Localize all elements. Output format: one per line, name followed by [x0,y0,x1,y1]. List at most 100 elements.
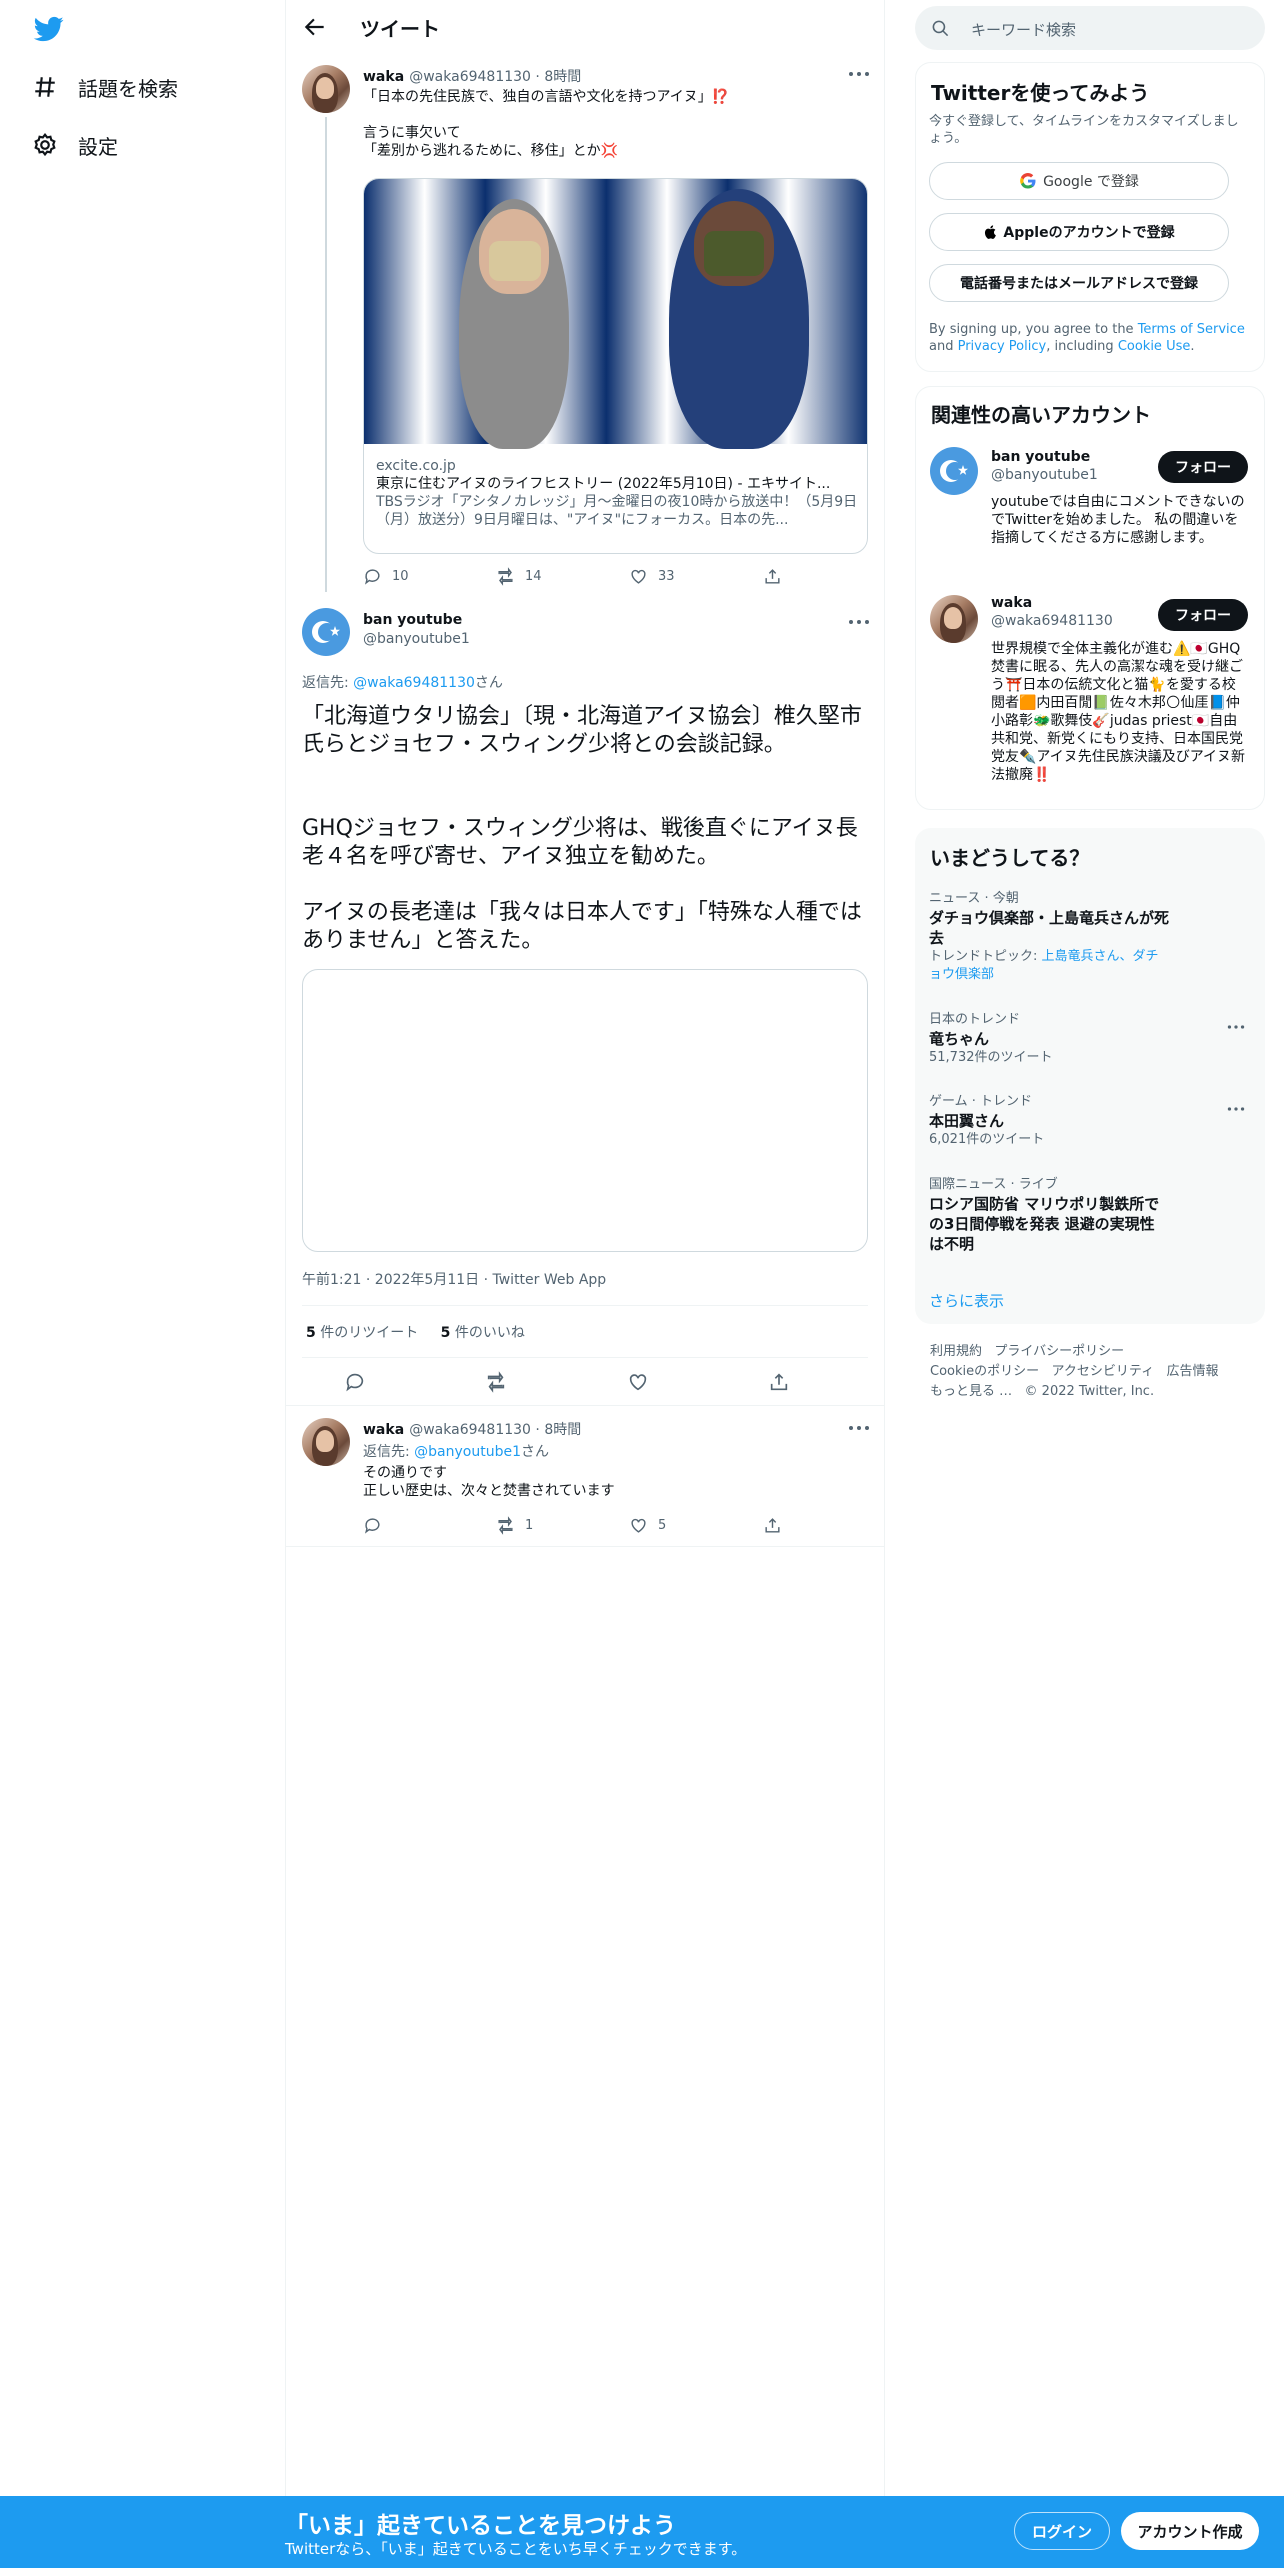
account-name[interactable]: ban youtube [991,449,1098,465]
related-title: 関連性の高いアカウント [931,403,1151,427]
signup-title: Twitterを使ってみよう [931,81,1150,105]
tweet-author-handle[interactable]: @banyoutube1 [363,631,470,647]
like-button[interactable] [627,1371,659,1393]
follow-button[interactable]: フォロー [1158,599,1248,631]
trend-item[interactable]: 国際ニュース · ライブ ロシア国防省 マリウポリ製鉄所での3日間停戦を発表 退… [929,1176,1229,1254]
link-card[interactable]: excite.co.jp 東京に住むアイヌのライフヒストリー (2022年5月1… [363,178,868,554]
avatar[interactable] [302,1418,350,1466]
trend-item[interactable]: ニュース · 今朝 ダチョウ倶楽部・上島竜兵さんが死去 トレンドトピック: 上島… [929,890,1229,984]
tweet-author-name[interactable]: waka [363,1422,404,1438]
tweet-text-paragraph: アイヌの長老達は「我々は日本人です」「特殊な人種ではありません」と答えた。 [302,900,862,953]
tweet-stats: 5 件のリツイート 5 件のいいね [306,1322,525,1342]
retweet-button[interactable] [485,1371,517,1393]
signup-panel: Twitterを使ってみよう 今すぐ登録して、タイムラインをカスタマイズしましょ… [915,62,1265,372]
footer-accessibility[interactable]: アクセシビリティ [1052,1364,1155,1379]
footer-cookie[interactable]: Cookieのポリシー [930,1364,1039,1379]
nav-explore[interactable]: 話題を検索 [32,67,178,107]
hashtag-icon [35,77,55,97]
tweet-text-line: 正しい歴史は、次々と焚書されています [363,1483,615,1499]
phone-signup-button[interactable]: 電話番号またはメールアドレスで登録 [929,264,1229,302]
like-button[interactable]: 33 [629,567,675,586]
retweets-stat[interactable]: 5 件のリツイート [306,1325,418,1341]
phone-signup-label: 電話番号またはメールアドレスで登録 [960,276,1198,292]
follow-button[interactable]: フォロー [1158,451,1248,483]
share-button[interactable] [768,1371,800,1393]
reply-button[interactable]: 10 [363,567,409,586]
left-nav: 話題を検索 設定 [0,0,285,2568]
reply-to-prefix: 返信先: [302,675,354,691]
more-icon[interactable] [848,1424,870,1432]
search-icon [932,20,949,37]
apple-signup-button[interactable]: Appleのアカウントで登録 [929,213,1229,251]
search-box[interactable]: キーワード検索 [915,6,1265,50]
account-name[interactable]: waka [991,595,1113,611]
back-arrow-icon[interactable] [302,14,328,40]
signup-subtitle: 今すぐ登録して、タイムラインをカスタマイズしましょう。 [929,114,1239,146]
tweet-handle-time[interactable]: @waka69481130 · 8時間 [409,69,581,85]
avatar[interactable] [302,608,350,656]
terms-text: . [1190,339,1195,354]
retweets-stat-label: 件のリツイート [315,1325,419,1341]
reply-to-prefix: 返信先: [363,1444,415,1460]
tweet-author-name[interactable]: waka [363,69,404,85]
avatar[interactable] [302,65,350,113]
footer-ads[interactable]: 広告情報 [1167,1364,1219,1379]
related-accounts-panel: 関連性の高いアカウント ban youtube @banyoutube1 フォロ… [915,386,1265,810]
trend-name: ロシア国防省 マリウポリ製鉄所での3日間停戦を発表 退避の実現性は不明 [929,1195,1160,1253]
retweet-button[interactable]: 14 [496,566,542,586]
reply-to-suffix: さん [474,675,503,691]
more-icon[interactable] [848,70,870,78]
account-bio: 世界規模で全体主義化が進む⚠️🇯🇵GHQ焚書に眠る、先人の高潔な魂を受け継ごう⛩… [991,641,1246,783]
footer-terms[interactable]: 利用規約 [930,1344,982,1359]
google-signup-label: Google で登録 [1043,174,1139,190]
cookie-link[interactable]: Cookie Use [1118,339,1191,354]
signup-terms: By signing up, you agree to the Terms of… [929,321,1249,355]
show-more-link[interactable]: さらに表示 [929,1290,1004,1311]
signup-button[interactable]: アカウント作成 [1121,2512,1259,2550]
trends-title: いまどうしてる？ [930,846,1090,870]
tweet-header: ツイート [286,0,884,54]
footer-more[interactable]: もっと見る … [930,1384,1012,1399]
tweet-timestamp[interactable]: 午前1:21 · 2022年5月11日 · Twitter Web App [302,1269,606,1289]
reply-to-handle[interactable]: @banyoutube1 [414,1444,521,1460]
share-button[interactable] [763,1516,792,1535]
tweet-text-line: 言うに事欠いて [363,125,461,141]
more-icon[interactable] [1227,1105,1245,1113]
reply-button[interactable] [363,1516,392,1535]
reply-icon [364,568,380,585]
google-signup-button[interactable]: Google で登録 [929,162,1229,200]
share-button[interactable] [763,567,792,586]
twitter-logo-icon[interactable] [32,14,66,44]
trend-item[interactable]: ゲーム · トレンド 本田翼さん 6,021件のツイート [929,1093,1229,1149]
avatar[interactable] [930,447,978,495]
account-handle[interactable]: @banyoutube1 [991,467,1098,483]
account-handle[interactable]: @waka69481130 [991,613,1113,629]
card-domain: excite.co.jp [376,458,456,474]
tweet-handle-time[interactable]: @waka69481130 · 8時間 [409,1422,581,1438]
retweet-button[interactable]: 1 [496,1515,533,1535]
privacy-link[interactable]: Privacy Policy [958,339,1047,354]
reply-button[interactable] [344,1371,376,1393]
reply-icon [346,1373,364,1392]
google-icon [1020,172,1036,189]
more-icon[interactable] [848,618,870,626]
nav-settings[interactable]: 設定 [32,125,118,165]
search-input[interactable]: キーワード検索 [971,19,1076,40]
reply-to-handle[interactable]: @waka69481130 [353,675,475,691]
terms-link[interactable]: Terms of Service [1138,322,1245,337]
tweet-actions: 10 14 33 [363,566,863,586]
trend-item[interactable]: 日本のトレンド 竜ちゃん 51,732件のツイート [929,1011,1229,1067]
apple-signup-label: Appleのアカウントで登録 [1003,225,1175,241]
media-placeholder[interactable] [302,969,868,1252]
divider [302,1357,868,1358]
login-button[interactable]: ログイン [1014,2512,1110,2550]
more-icon[interactable] [1227,1023,1245,1031]
footer-privacy[interactable]: プライバシーポリシー [994,1344,1124,1359]
page-title: ツイート [360,17,440,41]
likes-stat[interactable]: 5 件のいいね [441,1325,525,1341]
tweet-author-name[interactable]: ban youtube [363,612,470,628]
heart-icon [631,1518,646,1533]
main-column: ツイート waka @waka69481130 · 8時間 「日本の先住民族で、… [285,0,885,2500]
avatar[interactable] [930,595,978,643]
like-button[interactable]: 5 [629,1516,666,1535]
